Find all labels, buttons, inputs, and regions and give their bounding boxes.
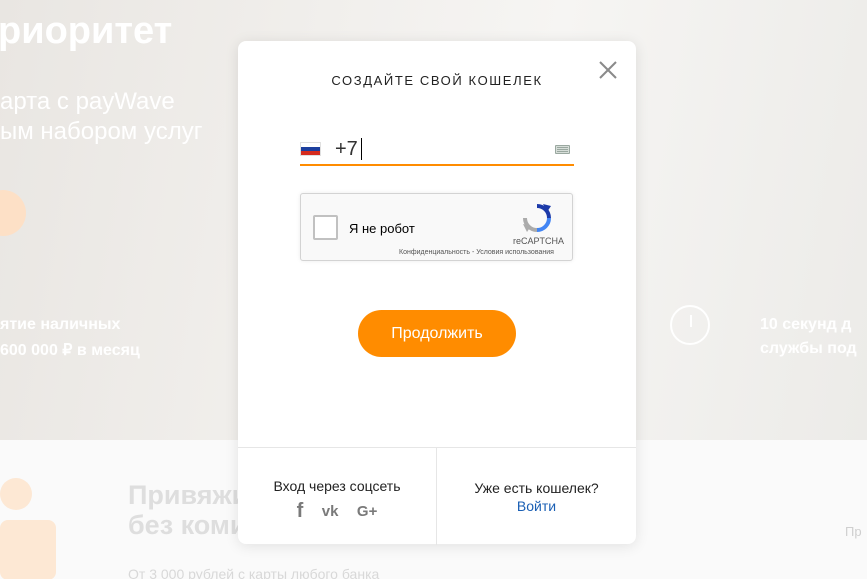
social-icons-row: f vk G+: [238, 500, 436, 523]
recaptcha-checkbox[interactable]: [313, 215, 338, 240]
recaptcha-label: Я не робот: [349, 221, 415, 236]
hero-subline-1: арта с payWave: [0, 88, 175, 115]
russia-flag-icon[interactable]: [300, 142, 321, 156]
recaptcha-logo-icon: [523, 204, 551, 232]
vk-icon[interactable]: vk: [322, 503, 339, 520]
feature-right-line-1: 10 секунд д: [760, 316, 852, 333]
lower-decor-circle: [0, 478, 32, 510]
feature-left-line-2: 600 000 ₽ в месяц: [0, 342, 140, 359]
hero-headline: риоритет: [0, 10, 173, 52]
modal-title: СОЗДАЙТЕ СВОЙ КОШЕЛЕК: [331, 73, 543, 88]
lower-decor-card: [0, 520, 56, 579]
close-button[interactable]: [596, 58, 620, 82]
social-login-label: Вход через соцсеть: [273, 478, 401, 494]
timer-icon: [670, 305, 710, 345]
lower-right-text: Пр: [845, 524, 862, 539]
existing-wallet-label: Уже есть кошелек?: [474, 480, 599, 496]
flag-stripe-red: [301, 151, 320, 155]
feature-left-line-1: ятие наличных: [0, 316, 121, 333]
modal-footer: Вход через соцсеть f vk G+ Уже есть коше…: [238, 447, 636, 545]
recaptcha-widget: Я не робот reCAPTCHA Конфиденциальность …: [300, 193, 573, 261]
text-caret: [361, 138, 362, 160]
lower-subtext: От 3 000 рублей с карты любого банка: [128, 566, 380, 579]
phone-input[interactable]: [335, 135, 535, 163]
phone-field: [300, 134, 574, 166]
facebook-icon[interactable]: f: [297, 500, 304, 523]
close-icon: [599, 61, 617, 79]
continue-button[interactable]: Продолжить: [358, 310, 516, 357]
google-plus-icon[interactable]: G+: [357, 503, 377, 520]
hero-subline-2: ым набором услуг: [0, 118, 203, 145]
recaptcha-privacy-terms-links[interactable]: Конфиденциальность - Условия использован…: [399, 249, 554, 256]
keyboard-icon[interactable]: [555, 145, 570, 154]
login-link[interactable]: Войти: [437, 498, 636, 514]
lower-title-line-2: без коми: [128, 510, 247, 540]
create-wallet-modal: СОЗДАЙТЕ СВОЙ КОШЕЛЕК Я не робот reCAPTC…: [238, 41, 636, 545]
footer-divider: [436, 448, 437, 545]
feature-right-line-2: службы под: [760, 340, 857, 357]
recaptcha-brand: reCAPTCHA: [513, 236, 565, 246]
lower-title-line-1: Привяжи: [128, 480, 249, 510]
